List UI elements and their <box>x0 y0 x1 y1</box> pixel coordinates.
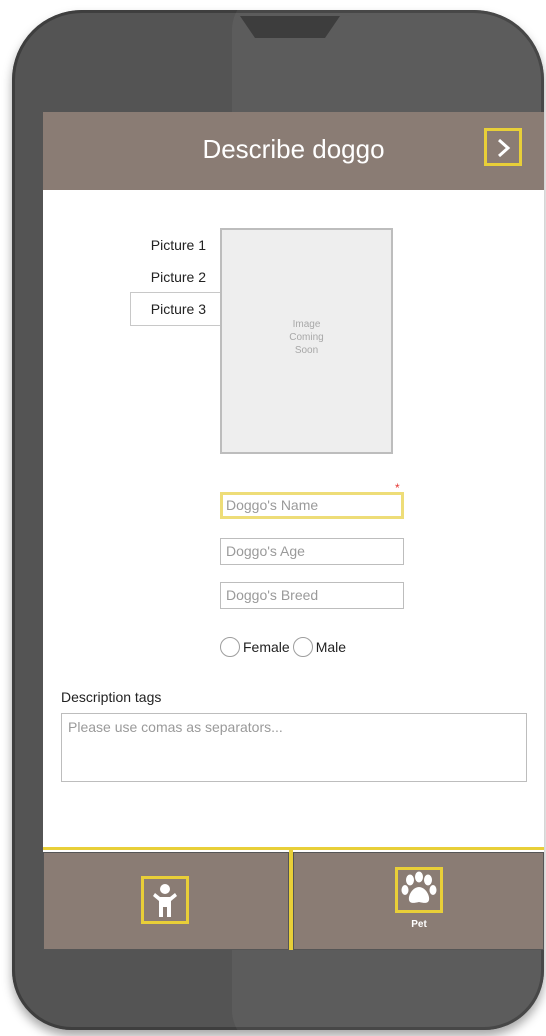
bottom-nav-divider <box>43 847 544 850</box>
nav-pet-tab[interactable]: Pet <box>293 852 544 950</box>
phone-frame: Describe doggo Picture 1 Picture 2 Pictu… <box>12 10 544 1030</box>
image-coming-soon-text: Image Coming Soon <box>289 319 324 356</box>
next-button[interactable] <box>484 128 522 166</box>
page-title: Describe doggo <box>202 134 385 164</box>
description-tags-input[interactable]: Please use comas as separators... <box>61 713 527 782</box>
male-label: Male <box>315 639 347 655</box>
paw-icon <box>401 871 437 903</box>
male-radio[interactable] <box>292 637 313 657</box>
app-header: Describe doggo <box>43 112 544 190</box>
dog-name-input[interactable]: Doggo's Name <box>220 492 404 519</box>
dog-breed-input[interactable]: Doggo's Breed <box>220 582 404 609</box>
nav-owner-tab[interactable] <box>43 852 289 950</box>
phone-speaker <box>240 16 340 38</box>
app-screen: Describe doggo Picture 1 Picture 2 Pictu… <box>43 112 544 950</box>
chevron-right-icon <box>498 138 511 158</box>
description-tags-label: Description tags <box>61 689 162 705</box>
picture-tab-3[interactable]: Picture 3 <box>130 292 220 326</box>
person-button[interactable] <box>141 876 189 924</box>
pet-label: Pet <box>411 919 427 930</box>
female-label: Female <box>243 639 290 655</box>
pet-button[interactable] <box>395 867 443 913</box>
person-icon <box>153 884 177 917</box>
gender-radio-group: Female Male <box>220 637 349 657</box>
image-placeholder[interactable]: Image Coming Soon <box>220 228 393 454</box>
female-radio[interactable] <box>220 637 240 657</box>
picture-tab-1[interactable]: Picture 1 <box>130 230 220 260</box>
picture-tab-2[interactable]: Picture 2 <box>130 262 220 292</box>
dog-age-input[interactable]: Doggo's Age <box>220 538 404 565</box>
